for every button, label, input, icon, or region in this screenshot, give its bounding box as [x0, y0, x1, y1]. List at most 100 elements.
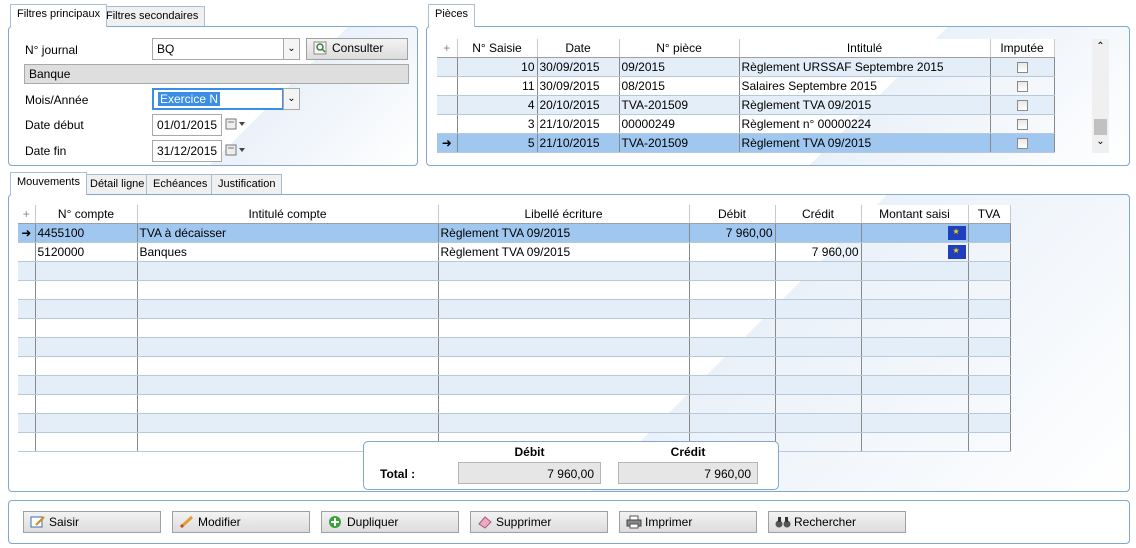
piece-cell: TVA-201509	[619, 133, 740, 153]
totals-debit-value: 7 960,00	[458, 462, 601, 484]
imputee-checkbox[interactable]	[1016, 99, 1028, 111]
eraser-icon	[477, 515, 493, 529]
debit-cell	[689, 242, 776, 262]
date-end-input[interactable]: 31/12/2015	[152, 140, 222, 162]
empty-row[interactable]	[18, 280, 1011, 300]
tab-filtres-principaux[interactable]: Filtres principaux	[10, 4, 108, 27]
rechercher-label: Rechercher	[794, 515, 857, 529]
tab-filtres-secondaires[interactable]: Filtres secondaires	[99, 6, 206, 26]
consult-button[interactable]: Consulter	[306, 38, 408, 60]
dupliquer-button[interactable]: Dupliquer	[321, 511, 459, 533]
calendar-icon[interactable]	[225, 143, 247, 160]
scroll-up-icon[interactable]: ⌃	[1092, 41, 1109, 52]
euro-flag-icon[interactable]	[947, 225, 966, 240]
calendar-icon[interactable]	[225, 117, 247, 134]
empty-row[interactable]	[18, 261, 1011, 281]
table-row[interactable]: 11 30/09/2015 08/2015 Salaires Septembre…	[437, 76, 1055, 96]
col-tva[interactable]: TVA	[968, 205, 1011, 224]
date-cell: 30/09/2015	[537, 57, 620, 77]
journal-select[interactable]: BQ	[152, 38, 284, 60]
euro-flag-icon[interactable]	[947, 244, 966, 259]
mouvements-grid: + N° compte Intitulé compte Libellé écri…	[18, 205, 1011, 452]
table-row[interactable]: 5120000 Banques Règlement TVA 09/2015 7 …	[18, 242, 1011, 262]
piece-cell: 09/2015	[619, 57, 740, 77]
empty-row[interactable]	[18, 337, 1011, 357]
imprimer-button[interactable]: Imprimer	[619, 511, 757, 533]
journal-dropdown-button[interactable]: ⌄	[283, 38, 300, 60]
add-row-icon[interactable]: +	[18, 205, 36, 224]
current-row-arrow-icon: ➜	[18, 223, 36, 243]
imprimer-label: Imprimer	[645, 515, 693, 529]
rechercher-button[interactable]: Rechercher	[768, 511, 906, 533]
saisie-cell: 10	[457, 57, 538, 77]
tab-mouvements[interactable]: Mouvements	[10, 172, 87, 195]
empty-row[interactable]	[18, 375, 1011, 395]
period-dropdown-button[interactable]: ⌄	[283, 88, 300, 110]
table-row[interactable]: ➜ 4455100 TVA à décaisser Règlement TVA …	[18, 223, 1011, 243]
intitule-cell: Règlement TVA 09/2015	[739, 133, 991, 153]
col-intitule-compte[interactable]: Intitulé compte	[137, 205, 439, 224]
printer-icon	[626, 515, 642, 529]
table-row[interactable]: 3 21/10/2015 00000249 Règlement n° 00000…	[437, 114, 1055, 134]
date-start-input[interactable]: 01/01/2015	[152, 114, 222, 136]
table-row[interactable]: ➜ 5 21/10/2015 TVA-201509 Règlement TVA …	[437, 133, 1055, 153]
col-date[interactable]: Date	[537, 39, 620, 58]
tab-pieces[interactable]: Pièces	[428, 4, 476, 27]
libelle-cell: Règlement TVA 09/2015	[438, 242, 690, 262]
piece-cell: TVA-201509	[619, 95, 740, 115]
tab-detail-ligne[interactable]: Détail ligne	[83, 174, 152, 194]
col-credit[interactable]: Crédit	[775, 205, 862, 224]
col-saisie[interactable]: N° Saisie	[457, 39, 538, 58]
modifier-button[interactable]: Modifier	[172, 511, 310, 533]
imputee-checkbox[interactable]	[1016, 80, 1028, 92]
date-cell: 20/10/2015	[537, 95, 620, 115]
intitule-cell: Règlement TVA 09/2015	[739, 95, 991, 115]
magnifier-icon	[313, 41, 329, 55]
date-cell: 30/09/2015	[537, 76, 620, 96]
tab-justification[interactable]: Justification	[211, 174, 283, 194]
col-intitule[interactable]: Intitulé	[739, 39, 991, 58]
col-montant-saisi[interactable]: Montant saisi	[861, 205, 969, 224]
chevron-down-icon: ⌄	[287, 93, 296, 104]
col-imputee[interactable]: Imputée	[990, 39, 1055, 58]
scroll-thumb[interactable]	[1094, 119, 1107, 135]
imputee-checkbox[interactable]	[1016, 118, 1028, 130]
col-piece[interactable]: N° pièce	[619, 39, 740, 58]
col-debit[interactable]: Débit	[689, 205, 776, 224]
empty-row[interactable]	[18, 299, 1011, 319]
empty-row[interactable]	[18, 356, 1011, 376]
period-value: Exercice N	[158, 92, 221, 106]
tab-echeances[interactable]: Echéances	[146, 174, 215, 194]
scroll-down-icon[interactable]: ⌄	[1092, 136, 1109, 147]
empty-row[interactable]	[18, 318, 1011, 338]
chevron-down-icon: ⌄	[287, 43, 296, 54]
compte-cell: 5120000	[35, 242, 138, 262]
table-row[interactable]: 10 30/09/2015 09/2015 Règlement URSSAF S…	[437, 57, 1055, 77]
empty-row[interactable]	[18, 394, 1011, 414]
intitule-compte-cell: TVA à décaisser	[137, 223, 439, 243]
empty-row[interactable]	[18, 413, 1011, 433]
credit-cell	[775, 223, 862, 243]
piece-cell: 00000249	[619, 114, 740, 134]
period-select[interactable]: Exercice N	[152, 88, 284, 110]
supprimer-label: Supprimer	[496, 515, 552, 529]
totals-label: Total :	[380, 467, 416, 481]
imputee-checkbox[interactable]	[1016, 137, 1028, 149]
supprimer-button[interactable]: Supprimer	[470, 511, 608, 533]
imputee-checkbox[interactable]	[1016, 61, 1028, 73]
table-row[interactable]: 4 20/10/2015 TVA-201509 Règlement TVA 09…	[437, 95, 1055, 115]
compte-cell: 4455100	[35, 223, 138, 243]
col-libelle[interactable]: Libellé écriture	[438, 205, 690, 224]
dupliquer-label: Dupliquer	[347, 515, 399, 529]
plus-circle-icon	[328, 515, 344, 529]
intitule-cell: Salaires Septembre 2015	[739, 76, 991, 96]
date-cell: 21/10/2015	[537, 114, 620, 134]
saisir-button[interactable]: Saisir	[23, 511, 161, 533]
add-row-icon[interactable]: +	[437, 39, 458, 58]
date-cell: 21/10/2015	[537, 133, 620, 153]
col-compte[interactable]: N° compte	[35, 205, 138, 224]
edit-icon	[30, 515, 46, 529]
intitule-compte-cell: Banques	[137, 242, 439, 262]
pieces-scrollbar[interactable]: ⌃ ⌄	[1092, 39, 1109, 153]
totals-credit-header: Crédit	[670, 445, 706, 459]
